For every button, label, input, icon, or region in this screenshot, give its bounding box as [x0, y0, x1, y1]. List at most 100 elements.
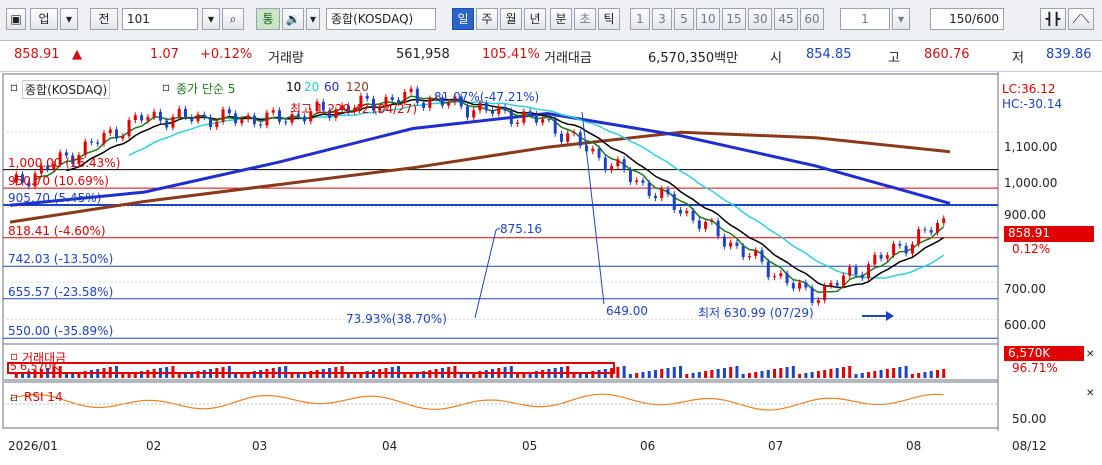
- price-tick-700: 700.00: [1004, 282, 1046, 296]
- candle-body-129: [816, 300, 820, 303]
- interval-1[interactable]: 1: [630, 8, 650, 30]
- code-input[interactable]: 101: [122, 8, 198, 30]
- candle-body-90: [572, 132, 576, 134]
- interval-10[interactable]: 10: [696, 8, 720, 30]
- current-pct-tag: 0.12%: [1012, 242, 1051, 256]
- candle-body-124: [785, 273, 789, 284]
- volume-bar-99: [628, 374, 632, 378]
- volume-bar-108: [685, 374, 689, 378]
- rsi-tick: 50.00: [1012, 412, 1047, 426]
- volume-bar-103: [653, 370, 657, 378]
- interval-dropdown-icon[interactable]: ▾: [892, 8, 910, 30]
- period-tab-week[interactable]: 주: [476, 8, 498, 30]
- interval-45[interactable]: 45: [774, 8, 798, 30]
- interval-30[interactable]: 30: [748, 8, 772, 30]
- candle-body-91: [578, 132, 582, 146]
- volume-bar-124: [785, 367, 789, 378]
- candle-body-123: [779, 273, 783, 277]
- legend-ma-60[interactable]: 60: [324, 80, 339, 94]
- candle-body-25: [165, 120, 169, 128]
- candle-body-75: [478, 103, 482, 111]
- volume-close-icon[interactable]: ✕: [1086, 349, 1094, 360]
- legend-index-label[interactable]: 종합(KOSDAQ): [22, 80, 111, 99]
- time-label-3: 04: [382, 439, 398, 453]
- volume-bar-127: [804, 373, 808, 378]
- amount-label: 거래대금: [544, 51, 592, 66]
- period-tab-day[interactable]: 일: [452, 8, 474, 30]
- volume-bar-148: [935, 370, 939, 378]
- interval-15[interactable]: 15: [722, 8, 746, 30]
- candle-body-122: [773, 276, 777, 278]
- code-dropdown-icon[interactable]: ▾: [202, 8, 220, 30]
- price-tick-900: 900.00: [1004, 208, 1046, 222]
- level-label-5: 655.57 (-23.58%): [8, 284, 114, 299]
- ma5-line: [34, 95, 945, 294]
- level-label-4: 742.03 (-13.50%): [8, 252, 114, 267]
- volume-bar-101: [641, 372, 645, 378]
- candle-body-121: [766, 261, 770, 278]
- menu-icon[interactable]: ▣: [6, 8, 26, 30]
- level-label-6: 550.00 (-35.89%): [8, 324, 114, 339]
- interval-60[interactable]: 60: [800, 8, 824, 30]
- index-name-field[interactable]: 종합(KOSDAQ): [326, 8, 436, 30]
- candle-body-87: [553, 119, 557, 134]
- period-select[interactable]: 전: [90, 8, 118, 30]
- time-label-1: 02: [146, 439, 162, 453]
- amount-value: 6,570,350백만: [648, 51, 739, 66]
- line-style-icon[interactable]: ⟋⟍: [1068, 8, 1094, 30]
- candle-body-139: [879, 254, 883, 259]
- candle-body-35: [227, 109, 231, 114]
- market-dropdown-icon[interactable]: ▾: [60, 8, 78, 30]
- volume-bar-63: [403, 374, 407, 378]
- candle-body-106: [672, 194, 676, 210]
- candle-body-147: [929, 229, 933, 233]
- volume-bar-123: [779, 368, 783, 378]
- candle-body-79: [503, 106, 507, 111]
- volume-bar-130: [823, 370, 827, 378]
- open-value: 854.85: [806, 47, 852, 62]
- sound-dropdown-icon[interactable]: ▾: [306, 8, 320, 30]
- candle-body-97: [616, 159, 620, 166]
- candle-body-146: [923, 229, 927, 231]
- volume-bar-147: [929, 371, 933, 378]
- volume-bar-114: [722, 368, 726, 378]
- candle-body-107: [679, 209, 683, 214]
- candle-body-119: [754, 250, 758, 256]
- sound-icon[interactable]: 🔉: [282, 8, 304, 30]
- volume-bar-136: [860, 373, 864, 378]
- chart-area[interactable]: ▫ 종합(KOSDAQ) ▫ 종가 단순 5 10 20 60 120 최고 1…: [0, 72, 1102, 465]
- candle-body-137: [867, 264, 871, 279]
- candle-body-81: [516, 122, 520, 125]
- ma120-line: [9, 130, 951, 224]
- volume-ratio: 105.41%: [482, 47, 540, 62]
- candle-body-118: [747, 255, 751, 258]
- period-tab-minute[interactable]: 분: [550, 8, 572, 30]
- volume-bar-54: [346, 374, 350, 378]
- volume-bar-142: [898, 367, 902, 378]
- period-tab-second[interactable]: 초: [574, 8, 596, 30]
- rsi-square-icon: ▫: [10, 390, 19, 404]
- period-tab-tick[interactable]: 틱: [598, 8, 620, 30]
- legend-ma-20[interactable]: 20: [304, 80, 319, 94]
- hc-label: HC:-30.14: [1002, 97, 1063, 111]
- legend-ma-10[interactable]: 10: [286, 80, 301, 94]
- interval-5[interactable]: 5: [674, 8, 694, 30]
- volume-bar-113: [716, 369, 720, 378]
- period-tab-year[interactable]: 년: [524, 8, 546, 30]
- period-tab-month[interactable]: 월: [500, 8, 522, 30]
- mode-button[interactable]: 통: [256, 8, 280, 30]
- candle-style-icon[interactable]: ┫┣: [1040, 8, 1066, 30]
- interval-3[interactable]: 3: [652, 8, 672, 30]
- legend-ma-120[interactable]: 120: [346, 80, 369, 94]
- market-select[interactable]: 업: [30, 8, 58, 30]
- volume-bar-90: [572, 374, 576, 378]
- legend-ma-label[interactable]: 종가 단순 5: [176, 80, 235, 97]
- candle-body-57: [365, 95, 369, 99]
- volume-bar-9: [64, 374, 68, 378]
- legend-ma-square-icon: ▫: [162, 80, 171, 94]
- rsi-close-icon[interactable]: ✕: [1086, 388, 1094, 399]
- interval-input[interactable]: 1: [840, 8, 890, 30]
- search-icon[interactable]: ⌕: [222, 8, 244, 30]
- count-field[interactable]: 150/600: [930, 8, 1004, 30]
- chart-canvas[interactable]: [0, 72, 1102, 465]
